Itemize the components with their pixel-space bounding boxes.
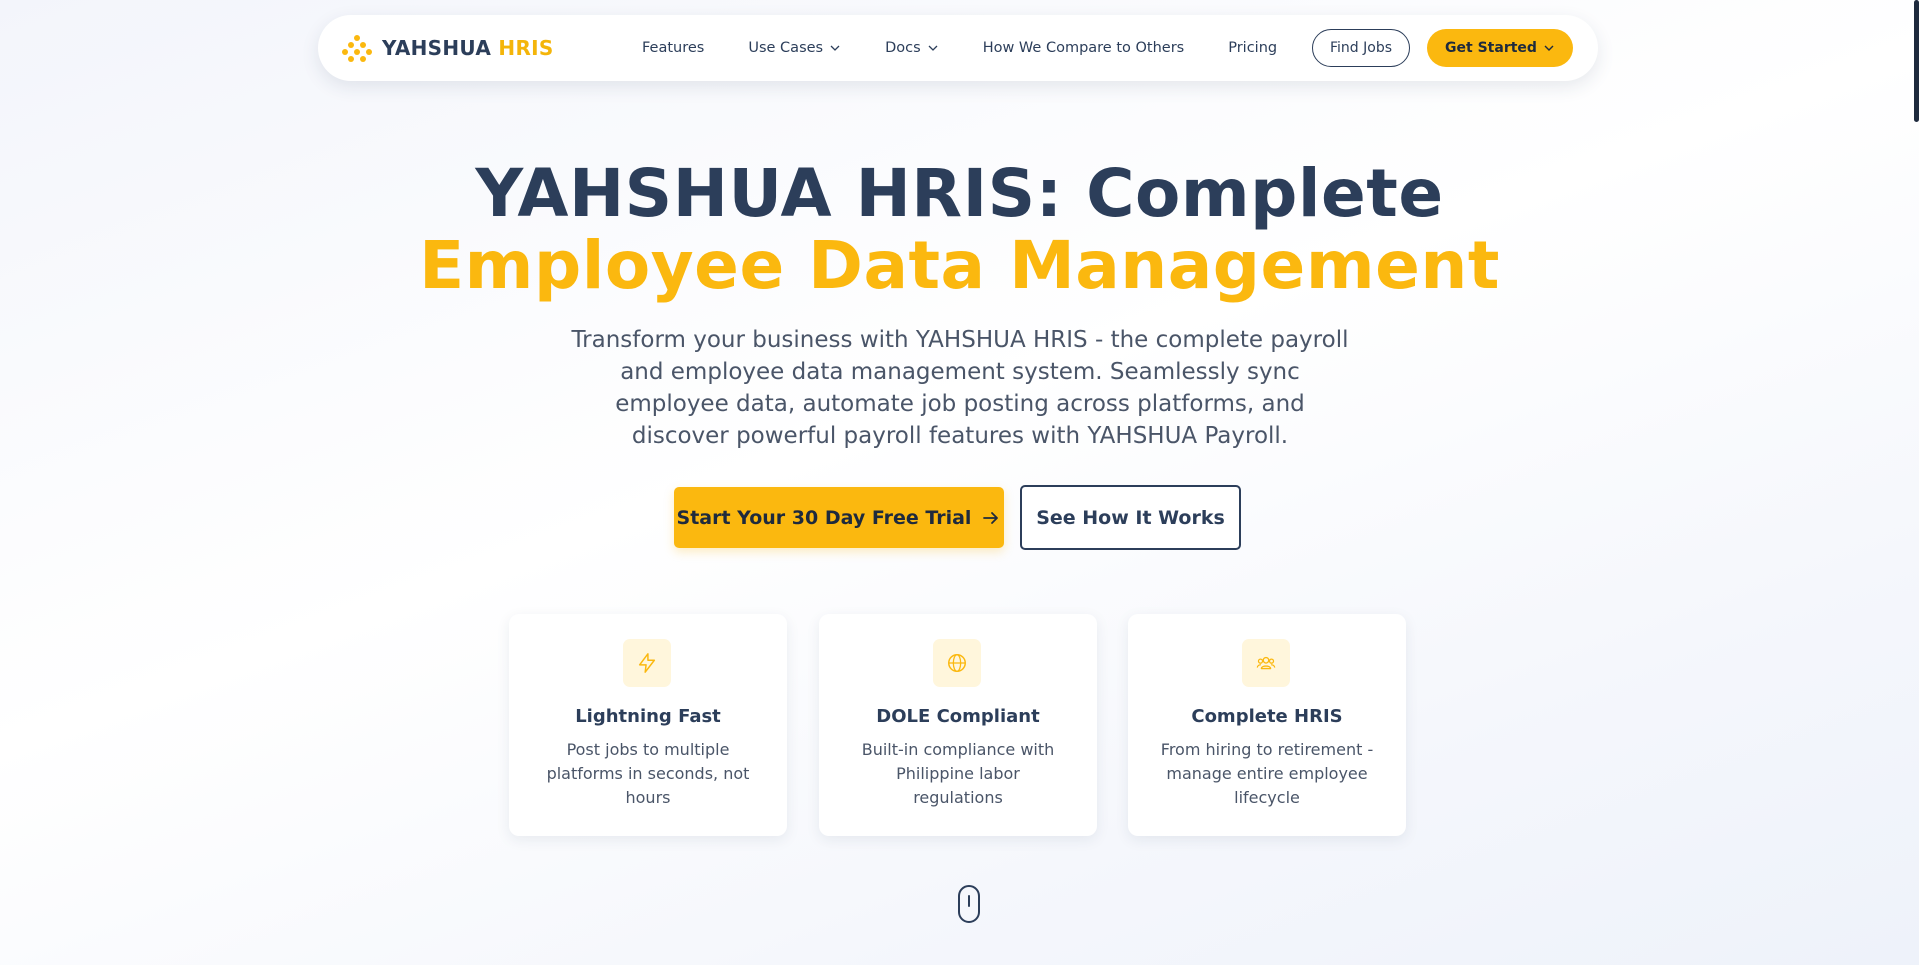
hero-title-line1: YAHSHUA HRIS: Complete bbox=[475, 155, 1444, 232]
scroll-down-mouse-icon[interactable] bbox=[958, 885, 980, 923]
nav-links: Features Use Cases Docs How We Compare t… bbox=[642, 15, 1321, 81]
get-started-button[interactable]: Get Started bbox=[1427, 29, 1573, 67]
top-navbar: YAHSHUA HRIS Features Use Cases Docs How… bbox=[318, 15, 1598, 81]
brand-logo[interactable]: YAHSHUA HRIS bbox=[342, 33, 554, 63]
feature-card-dole-compliant: DOLE Compliant Built-in compliance with … bbox=[819, 614, 1097, 836]
nav-link-pricing[interactable]: Pricing bbox=[1228, 40, 1277, 56]
nav-link-docs[interactable]: Docs bbox=[885, 40, 939, 56]
start-free-trial-label: Start Your 30 Day Free Trial bbox=[676, 506, 972, 529]
nav-link-features[interactable]: Features bbox=[642, 40, 704, 56]
nav-link-label: Pricing bbox=[1228, 40, 1278, 56]
find-jobs-button[interactable]: Find Jobs bbox=[1312, 29, 1410, 67]
globe-icon bbox=[948, 654, 966, 672]
hero-subtitle: Transform your business with YAHSHUA HRI… bbox=[571, 327, 1349, 449]
feature-icon-box bbox=[1242, 639, 1290, 687]
nav-link-label: How We Compare to Others bbox=[982, 40, 1185, 56]
lightning-icon bbox=[638, 653, 656, 673]
feature-icon-box bbox=[933, 639, 981, 687]
arrow-right-icon bbox=[983, 511, 999, 524]
feature-description: From hiring to retirement - manage entir… bbox=[1160, 740, 1374, 807]
get-started-label: Get Started bbox=[1445, 40, 1537, 56]
feature-description: Built-in compliance with Philippine labo… bbox=[861, 740, 1055, 807]
mouse-wheel bbox=[968, 895, 970, 907]
chevron-down-icon bbox=[928, 45, 938, 51]
nav-link-label: Features bbox=[642, 40, 705, 56]
start-free-trial-button[interactable]: Start Your 30 Day Free Trial bbox=[674, 487, 1004, 548]
nav-link-label: Docs bbox=[885, 40, 921, 56]
feature-title: Complete HRIS bbox=[1191, 706, 1343, 727]
nav-link-compare[interactable]: How We Compare to Others bbox=[983, 40, 1185, 56]
feature-description: Post jobs to multiple platforms in secon… bbox=[546, 740, 750, 807]
diamond-dots-logo-icon bbox=[342, 35, 372, 62]
users-icon bbox=[1256, 656, 1276, 670]
nav-link-label: Use Cases bbox=[748, 40, 824, 56]
feature-card-lightning-fast: Lightning Fast Post jobs to multiple pla… bbox=[509, 614, 787, 836]
scrollbar-thumb[interactable] bbox=[1914, 0, 1919, 122]
brand-name-part1: YAHSHUA bbox=[382, 36, 492, 60]
see-how-it-works-button[interactable]: See How It Works bbox=[1020, 485, 1241, 550]
chevron-down-icon bbox=[1544, 45, 1554, 51]
feature-icon-box bbox=[623, 639, 671, 687]
hero-title-line2: Employee Data Management bbox=[419, 227, 1500, 304]
feature-card-complete-hris: Complete HRIS From hiring to retirement … bbox=[1128, 614, 1406, 836]
feature-title: Lightning Fast bbox=[575, 706, 721, 727]
chevron-down-icon bbox=[830, 45, 840, 51]
feature-title: DOLE Compliant bbox=[876, 706, 1040, 727]
brand-name-part2: HRIS bbox=[498, 36, 554, 60]
brand-name: YAHSHUA HRIS bbox=[382, 36, 554, 60]
nav-link-use-cases[interactable]: Use Cases bbox=[748, 40, 841, 56]
